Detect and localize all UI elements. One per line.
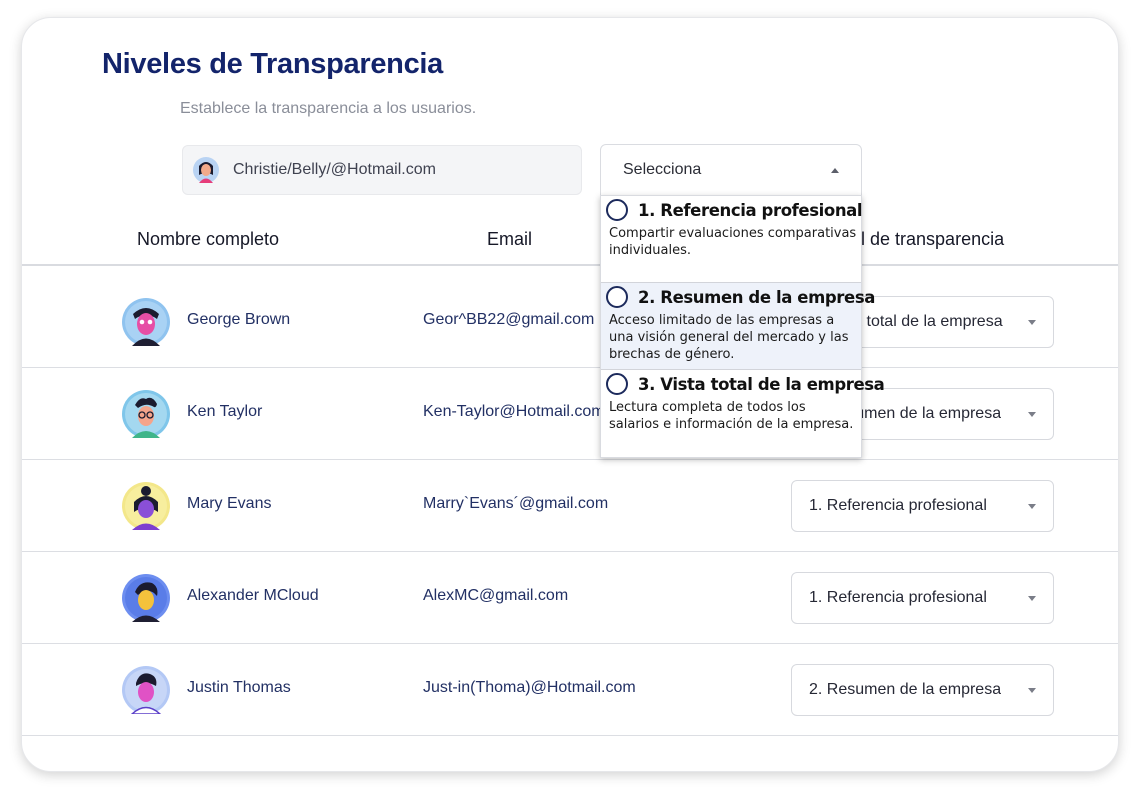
level-select[interactable]: 1. Referencia profesional bbox=[791, 572, 1054, 624]
level-select-value: 1. Referencia profesional bbox=[809, 589, 987, 606]
page-title: Niveles de Transparencia bbox=[102, 48, 443, 80]
table-row: Mary Evans Marry`Evans´@gmail.com 1. Ref… bbox=[22, 460, 1118, 552]
user-avatar-icon bbox=[193, 157, 219, 183]
transparency-card: Niveles de Transparencia Establece la tr… bbox=[21, 17, 1119, 772]
level-select[interactable]: 2. Resumen de la empresa bbox=[791, 664, 1054, 716]
user-name: Mary Evans bbox=[187, 495, 272, 512]
caret-down-icon bbox=[1028, 687, 1036, 693]
caret-down-icon bbox=[1028, 503, 1036, 509]
caret-down-icon bbox=[1028, 595, 1036, 601]
level-select-value: 2. Resumen de la empresa bbox=[809, 681, 1002, 698]
user-name: Ken Taylor bbox=[187, 403, 263, 420]
caret-down-icon bbox=[1028, 411, 1036, 417]
avatar-icon bbox=[122, 298, 170, 346]
avatar-icon bbox=[122, 390, 170, 438]
option-description: Compartir evaluaciones comparativas indi… bbox=[609, 226, 857, 258]
avatar-icon bbox=[122, 482, 170, 530]
user-email: Geor^BB22@gmail.com bbox=[423, 311, 595, 328]
level-select[interactable]: 1. Referencia profesional bbox=[791, 480, 1054, 532]
caret-down-icon bbox=[1028, 319, 1036, 325]
dropdown-option[interactable]: 2. Resumen de la empresa Acceso limitado… bbox=[601, 283, 875, 370]
dropdown-option[interactable]: 1. Referencia profesional Compartir eval… bbox=[601, 196, 863, 283]
column-header-name: Nombre completo bbox=[137, 229, 280, 249]
option-title: 2. Resumen de la empresa bbox=[638, 288, 875, 307]
radio-icon[interactable] bbox=[606, 286, 628, 308]
user-email: AlexMC@gmail.com bbox=[423, 587, 569, 604]
user-name: Justin Thomas bbox=[187, 679, 291, 696]
user-name: Alexander MCloud bbox=[187, 587, 319, 604]
dropdown-option[interactable]: 3. Vista total de la empresa Lectura com… bbox=[601, 370, 885, 458]
option-title: 3. Vista total de la empresa bbox=[638, 375, 885, 394]
page-subtitle: Establece la transparencia a los usuario… bbox=[180, 100, 477, 117]
table-row: Ken Taylor Ken-Taylor@Hotmail.com 2. Res… bbox=[22, 368, 1118, 460]
transparency-level-select[interactable]: Selecciona bbox=[600, 144, 862, 196]
select-placeholder: Selecciona bbox=[623, 161, 702, 178]
avatar-icon bbox=[122, 574, 170, 622]
table-row: George Brown Geor^BB22@gmail.com 3. Vist… bbox=[22, 276, 1118, 368]
column-header-email: Email bbox=[487, 229, 533, 249]
level-select-value: 1. Referencia profesional bbox=[809, 497, 987, 514]
table-row: Justin Thomas Just-in(Thoma)@Hotmail.com… bbox=[22, 644, 1118, 736]
option-description: Acceso limitado de las empresas a una vi… bbox=[609, 313, 849, 362]
user-name: George Brown bbox=[187, 311, 291, 328]
user-email: Just-in(Thoma)@Hotmail.com bbox=[423, 679, 636, 696]
table-header: Nombre completo Email Nivel de transpare… bbox=[22, 216, 1118, 266]
user-email: Marry`Evans´@gmail.com bbox=[423, 495, 609, 512]
transparency-level-dropdown: 1. Referencia profesional Compartir eval… bbox=[600, 195, 885, 458]
option-title: 1. Referencia profesional bbox=[638, 201, 863, 220]
option-description: Lectura completa de todos los salarios e… bbox=[609, 400, 854, 432]
radio-icon[interactable] bbox=[606, 199, 628, 221]
user-email: Ken-Taylor@Hotmail.com bbox=[423, 403, 605, 420]
radio-icon[interactable] bbox=[606, 373, 628, 395]
table-row: Alexander MCloud AlexMC@gmail.com 1. Ref… bbox=[22, 552, 1118, 644]
caret-up-icon bbox=[831, 167, 839, 173]
avatar-icon bbox=[122, 666, 170, 714]
selected-user-email: Christie/Belly/@Hotmail.com bbox=[233, 161, 436, 178]
selected-user-field[interactable]: Christie/Belly/@Hotmail.com bbox=[182, 145, 582, 195]
